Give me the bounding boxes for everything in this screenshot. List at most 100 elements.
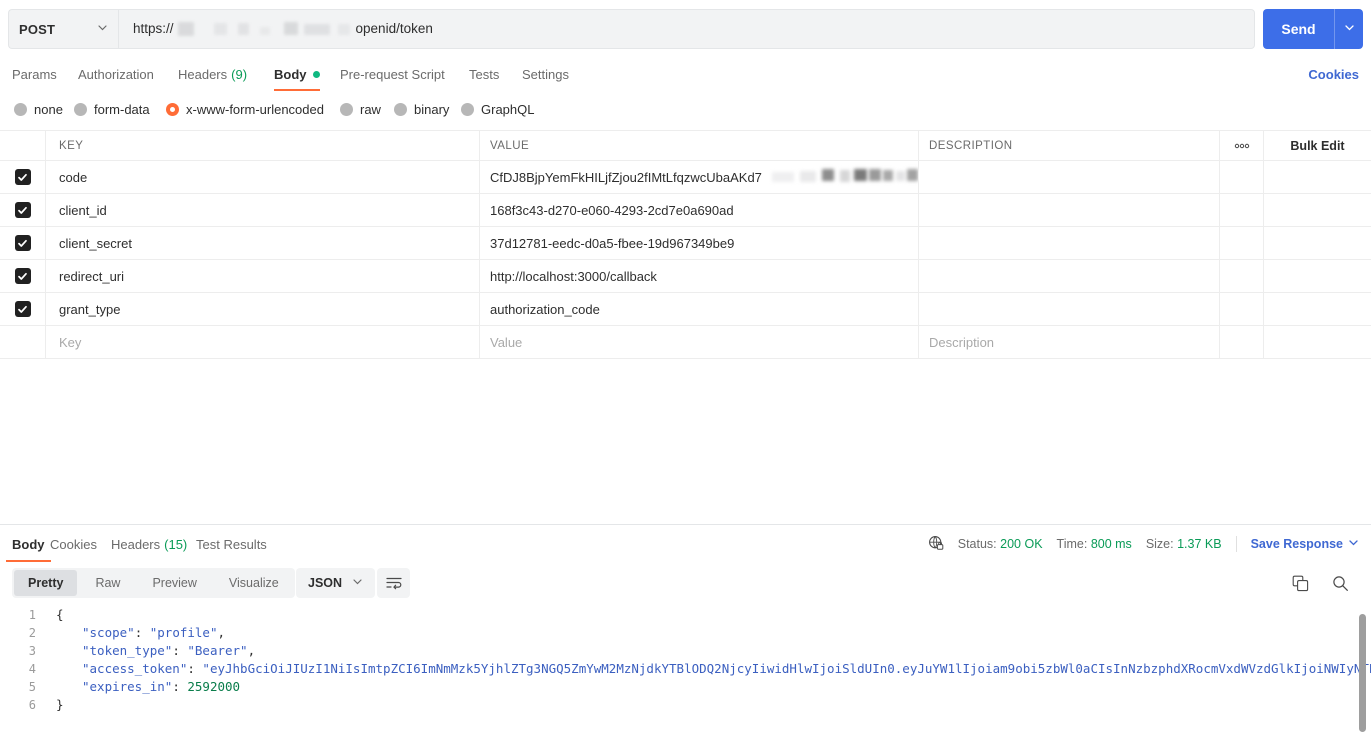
row-value-text: authorization_code — [490, 301, 600, 317]
code-line: } — [56, 696, 1371, 714]
checkbox-checked-icon[interactable] — [14, 202, 31, 218]
row-key-cell[interactable]: client_secret — [46, 227, 480, 259]
response-format-selector[interactable]: JSON — [296, 568, 376, 598]
row-key-text: code — [59, 169, 88, 185]
radio-icon — [14, 102, 27, 116]
response-tab-headers[interactable]: Headers (15) — [111, 526, 187, 562]
checkbox-checked-icon[interactable] — [14, 235, 31, 251]
body-type-x-www-form-urlencoded[interactable]: x-www-form-urlencoded — [166, 95, 324, 123]
table-row[interactable]: redirect_uri http://localhost:3000/callb… — [0, 260, 1371, 293]
row-checkbox-cell[interactable] — [0, 161, 46, 193]
response-view-toolbar: Pretty Raw Preview Visualize JSON — [0, 566, 1371, 602]
table-empty-row[interactable]: Key Value Description — [0, 326, 1371, 359]
time-value: 800 ms — [1090, 537, 1132, 551]
body-type-raw[interactable]: raw — [340, 95, 381, 123]
code-token: "Bearer" — [187, 643, 248, 658]
save-response-button[interactable]: Save Response — [1251, 537, 1359, 551]
row-value-cell[interactable]: 37d12781-eedc-d0a5-fbee-19d967349be9 — [480, 227, 919, 259]
table-row[interactable]: client_secret 37d12781-eedc-d0a5-fbee-19… — [0, 227, 1371, 260]
row-key-text: redirect_uri — [59, 268, 125, 284]
body-params-table: KEY VALUE DESCRIPTION Bulk Edit code CfD… — [0, 130, 1371, 359]
bulk-edit-button[interactable]: Bulk Edit — [1263, 131, 1371, 160]
size-value: 1.37 KB — [1177, 537, 1222, 551]
response-tab-body[interactable]: Body — [6, 526, 51, 562]
request-tab-bar: Params Authorization Headers (9) Body Pr… — [0, 57, 1371, 91]
row-description-cell[interactable] — [919, 293, 1219, 325]
tab-params[interactable]: Params — [12, 57, 57, 91]
row-description-cell[interactable] — [919, 194, 1219, 226]
tab-body[interactable]: Body — [274, 57, 320, 91]
row-description-cell[interactable] — [919, 161, 1219, 193]
empty-row-key-input[interactable]: Key — [46, 326, 480, 358]
body-type-form-data[interactable]: form-data — [74, 95, 150, 123]
body-type-x-www-form-urlencoded-label: x-www-form-urlencoded — [186, 101, 324, 117]
checkbox-checked-icon[interactable] — [14, 268, 31, 284]
row-description-cell[interactable] — [919, 260, 1219, 292]
tab-authorization[interactable]: Authorization — [78, 57, 154, 91]
body-type-none[interactable]: none — [14, 95, 63, 123]
row-checkbox-cell[interactable] — [0, 293, 46, 325]
http-method-label: POST — [19, 21, 56, 37]
tab-authorization-label: Authorization — [78, 66, 154, 82]
cookies-link[interactable]: Cookies — [1308, 57, 1359, 91]
response-tab-test-results[interactable]: Test Results — [196, 526, 267, 562]
send-options-chevron-down-icon[interactable] — [1335, 20, 1363, 38]
tab-headers[interactable]: Headers (9) — [178, 57, 247, 91]
row-key-cell[interactable]: code — [46, 161, 480, 193]
body-type-binary[interactable]: binary — [394, 95, 449, 123]
view-mode-raw[interactable]: Raw — [81, 570, 134, 596]
table-row[interactable]: client_id 168f3c43-d270-e060-4293-2cd7e0… — [0, 194, 1371, 227]
view-mode-pretty[interactable]: Pretty — [14, 570, 78, 596]
view-mode-preview-label: Preview — [152, 576, 197, 590]
checkbox-checked-icon[interactable] — [14, 301, 31, 317]
row-checkbox-cell[interactable] — [0, 227, 46, 259]
tab-pre-request-script[interactable]: Pre-request Script — [340, 57, 445, 91]
row-value-cell[interactable]: CfDJ8BjpYemFkHILjfZjou2fIMtLfqzwcUbaAKd7 — [480, 161, 919, 193]
response-tab-cookies[interactable]: Cookies — [50, 526, 97, 562]
checkbox-checked-icon[interactable] — [14, 169, 31, 185]
empty-row-spacer-options — [1219, 326, 1263, 358]
tab-params-label: Params — [12, 66, 57, 82]
code-vertical-scrollbar[interactable] — [1359, 614, 1366, 732]
status-badge: Status: 200 OK — [958, 537, 1043, 551]
table-row[interactable]: code CfDJ8BjpYemFkHILjfZjou2fIMtLfqzwcUb… — [0, 161, 1371, 194]
url-input[interactable]: https:// openid/token — [118, 9, 1255, 49]
time-label: Time: — [1056, 537, 1088, 551]
row-value-cell[interactable]: http://localhost:3000/callback — [480, 260, 919, 292]
row-description-cell[interactable] — [919, 227, 1219, 259]
more-options-icon[interactable] — [1219, 131, 1263, 160]
view-mode-visualize[interactable]: Visualize — [215, 570, 293, 596]
empty-row-description-input[interactable]: Description — [919, 326, 1219, 358]
url-text: https:// openid/token — [133, 21, 433, 37]
body-type-graphql[interactable]: GraphQL — [461, 95, 534, 123]
tab-headers-count: (9) — [231, 66, 248, 82]
copy-icon[interactable] — [1285, 568, 1315, 598]
radio-icon — [461, 102, 474, 116]
row-key-cell[interactable]: redirect_uri — [46, 260, 480, 292]
chevron-down-icon — [97, 20, 108, 38]
row-key-cell[interactable]: client_id — [46, 194, 480, 226]
tab-tests[interactable]: Tests — [469, 57, 499, 91]
row-checkbox-cell[interactable] — [0, 260, 46, 292]
row-checkbox-cell[interactable] — [0, 194, 46, 226]
row-key-cell[interactable]: grant_type — [46, 293, 480, 325]
table-row[interactable]: grant_type authorization_code — [0, 293, 1371, 326]
globe-lock-icon[interactable] — [928, 535, 944, 554]
view-mode-preview[interactable]: Preview — [138, 570, 210, 596]
row-spacer-bulk — [1263, 161, 1371, 193]
code-token: "access_token" — [82, 661, 188, 676]
table-header-row: KEY VALUE DESCRIPTION Bulk Edit — [0, 130, 1371, 161]
search-icon[interactable] — [1325, 568, 1355, 598]
empty-row-value-input[interactable]: Value — [480, 326, 919, 358]
pane-splitter[interactable] — [0, 524, 1371, 525]
line-number: 2 — [28, 626, 36, 640]
row-value-cell[interactable]: 168f3c43-d270-e060-4293-2cd7e0a690ad — [480, 194, 919, 226]
http-method-selector[interactable]: POST — [8, 9, 118, 49]
body-modified-dot-icon — [312, 70, 320, 78]
row-value-cell[interactable]: authorization_code — [480, 293, 919, 325]
header-description-label: DESCRIPTION — [929, 139, 1013, 152]
wrap-lines-icon[interactable] — [377, 568, 410, 598]
response-body-code-viewer[interactable]: 1 2 3 4 5 6 {"scope": "profile", "token_t… — [0, 606, 1371, 736]
send-button[interactable]: Send — [1263, 9, 1363, 49]
tab-settings[interactable]: Settings — [522, 57, 569, 91]
